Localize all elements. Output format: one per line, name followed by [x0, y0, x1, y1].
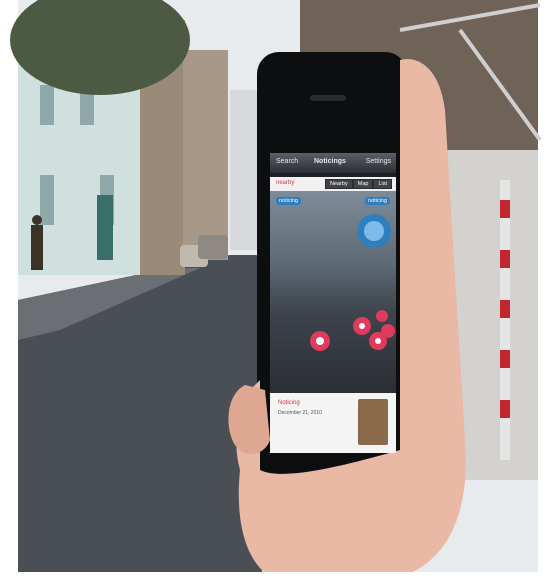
ar-camera-view: noticing noticing	[270, 191, 396, 393]
tab-list[interactable]: List	[373, 179, 392, 189]
building-far	[183, 50, 228, 260]
card-date: December 21, 2010	[278, 410, 322, 416]
settings-button[interactable]: Settings	[366, 158, 391, 165]
view-switcher-bar: nearby Nearby Map List	[270, 177, 396, 191]
nearby-label: nearby	[276, 180, 295, 186]
app-header: Search Noticings Settings	[270, 153, 396, 173]
avatar-photo	[358, 399, 388, 445]
marker-cluster-icon[interactable]	[353, 310, 395, 350]
thumb	[228, 385, 270, 455]
marker-pin-icon[interactable]	[310, 331, 330, 351]
building-distant	[230, 90, 260, 250]
pedestrian	[31, 225, 43, 270]
noticing-card[interactable]: Noticing December 21, 2010	[270, 393, 396, 453]
ar-overlay	[310, 214, 395, 351]
earpiece	[310, 95, 346, 101]
tab-map[interactable]: Map	[352, 179, 374, 189]
tab-nearby[interactable]: Nearby	[325, 179, 353, 189]
view-tabs: Nearby Map List	[325, 179, 392, 189]
app-title: Noticings	[314, 158, 346, 165]
phone-screen: Search Noticings Settings nearby Nearby …	[270, 153, 396, 453]
search-button[interactable]: Search	[276, 158, 298, 165]
card-title: Noticing	[278, 400, 300, 406]
door	[97, 195, 113, 260]
car	[198, 235, 228, 259]
